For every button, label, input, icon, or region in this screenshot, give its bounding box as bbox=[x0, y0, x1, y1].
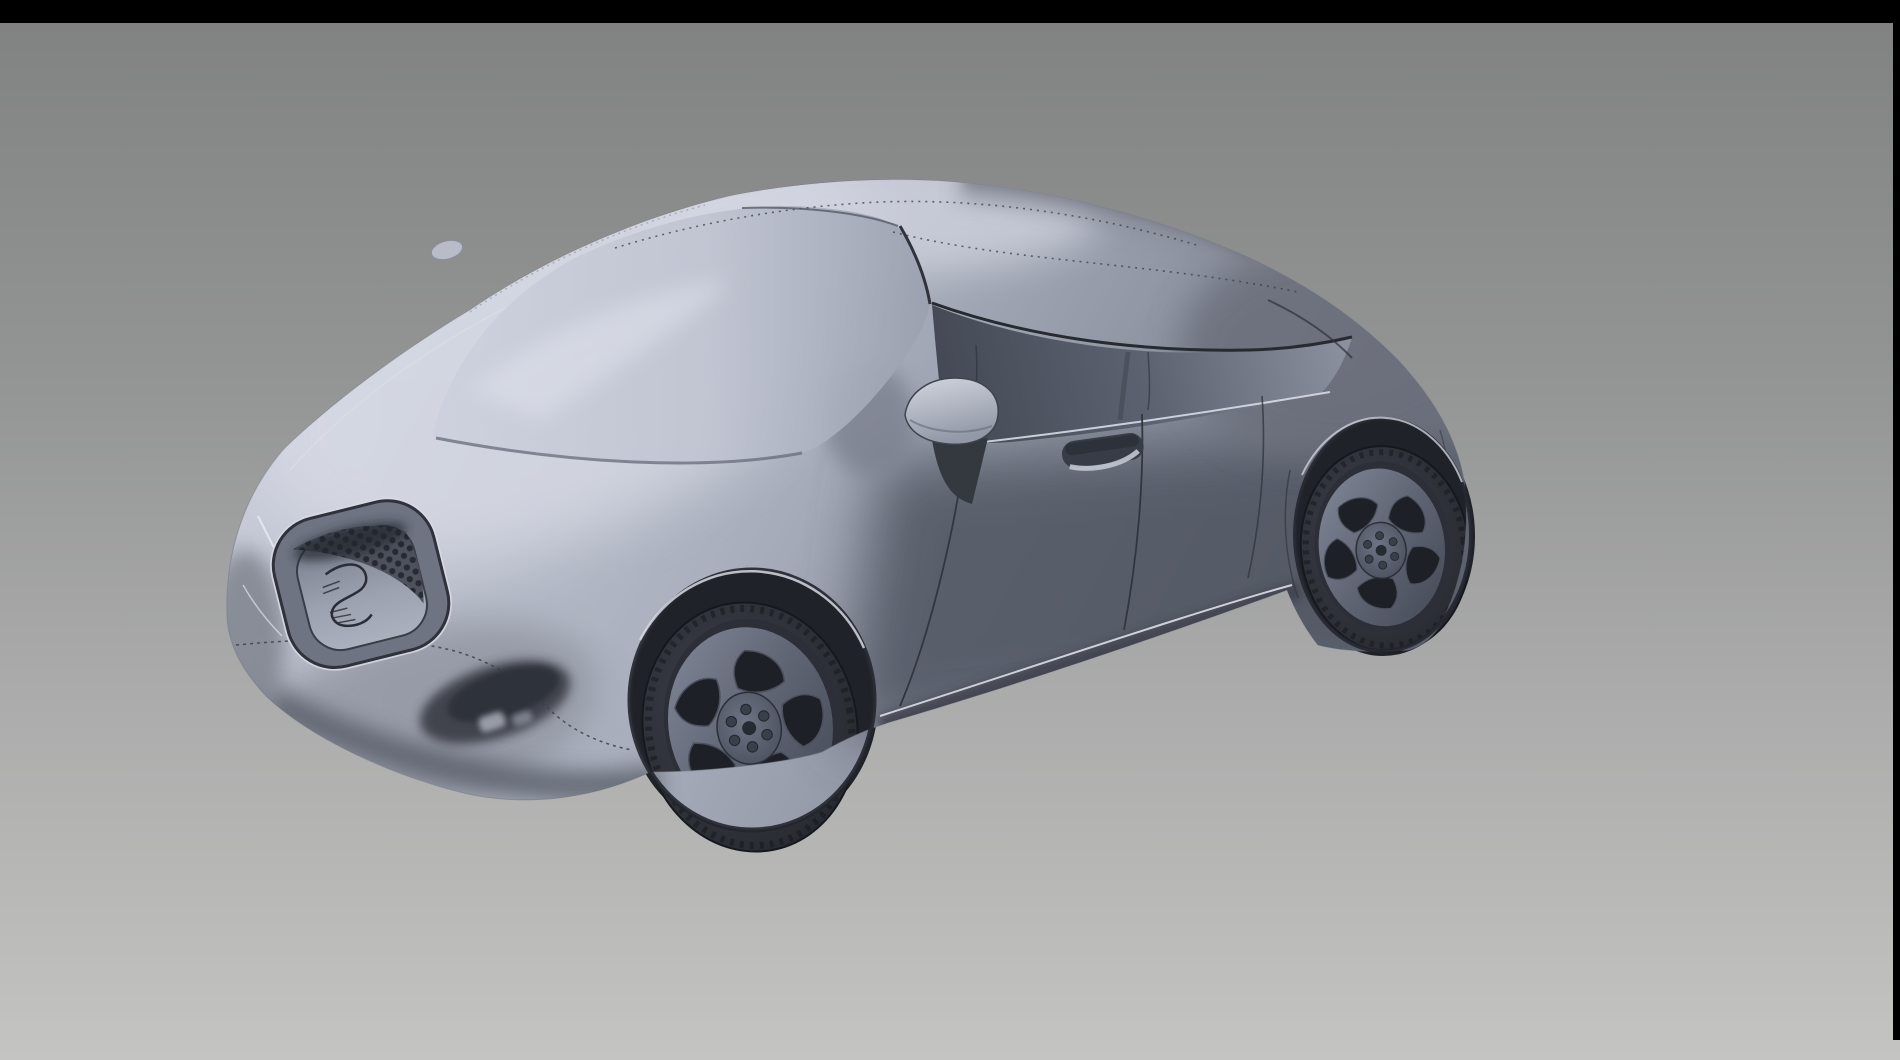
right-black-bar bbox=[1893, 0, 1900, 1040]
render-viewport[interactable] bbox=[0, 0, 1900, 1060]
car-model bbox=[181, 28, 1500, 868]
screenshot-frame bbox=[0, 0, 1900, 1060]
top-black-bar bbox=[0, 0, 1900, 23]
car-render-canvas bbox=[0, 0, 1900, 1060]
far-mirror-nub bbox=[429, 237, 465, 263]
